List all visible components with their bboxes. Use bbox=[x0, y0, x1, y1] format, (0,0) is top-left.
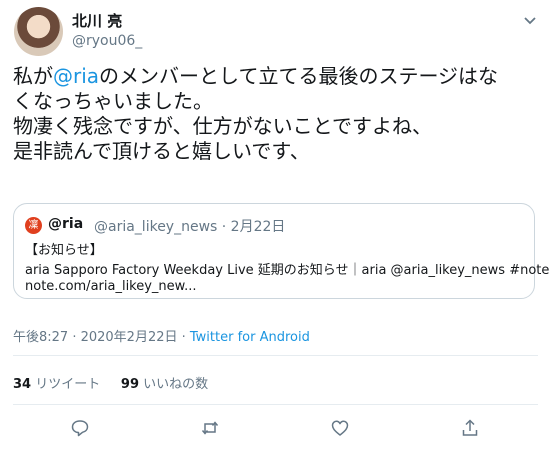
like-icon[interactable] bbox=[330, 418, 350, 438]
tweet-line-3: 物凄く残念ですが、仕方がないことですよね、 bbox=[13, 114, 432, 138]
quoted-meta: @aria_likey_news · 2月22日 bbox=[94, 219, 286, 235]
engagement-stats: 34 リツイート 99 いいねの数 bbox=[13, 373, 208, 392]
tweet-line-1: 私が@riaのメンバーとして立てる最後のステージはな bbox=[13, 64, 499, 88]
tweet-text: 私が@riaのメンバーとして立てる最後のステージはな くなっちゃいました。 物凄… bbox=[13, 64, 538, 164]
retweet-icon[interactable] bbox=[200, 418, 220, 438]
quoted-tweet[interactable]: 凜 @ria @aria_likey_news · 2月22日 【お知らせ】 a… bbox=[13, 203, 549, 299]
quoted-line-1: 【お知らせ】 bbox=[25, 243, 103, 258]
quoted-line-3: note.com/aria_likey_new... bbox=[25, 279, 197, 294]
divider bbox=[13, 355, 538, 356]
quoted-user-name[interactable]: @ria bbox=[48, 216, 83, 232]
likes-label[interactable]: いいねの数 bbox=[143, 377, 208, 392]
source-link[interactable]: Twitter for Android bbox=[190, 330, 310, 345]
tweet-line-4: 是非読んで頂けると嬉しいです、 bbox=[13, 139, 310, 163]
tweet-line-2: くなっちゃいました。 bbox=[13, 89, 213, 113]
avatar[interactable] bbox=[14, 7, 63, 56]
retweets-label[interactable]: リツイート bbox=[35, 377, 100, 392]
likes-count[interactable]: 99 bbox=[121, 377, 139, 392]
tweet: 北川 亮 @ryou06_ 私が@riaのメンバーとして立てる最後のステージはな… bbox=[0, 0, 550, 449]
timestamp: 午後8:27 · 2020年2月22日 · Twitter for Androi… bbox=[13, 330, 310, 345]
mention-link[interactable]: @ria bbox=[53, 64, 99, 88]
quoted-line-2: aria Sapporo Factory Weekday Live 延期のお知ら… bbox=[25, 263, 550, 278]
quoted-avatar[interactable]: 凜 bbox=[25, 217, 42, 234]
retweets-count[interactable]: 34 bbox=[13, 377, 31, 392]
user-handle[interactable]: @ryou06_ bbox=[72, 33, 142, 49]
divider bbox=[13, 404, 538, 405]
user-name[interactable]: 北川 亮 bbox=[72, 10, 122, 31]
reply-icon[interactable] bbox=[70, 418, 90, 438]
chevron-down-icon[interactable] bbox=[522, 12, 538, 28]
share-icon[interactable] bbox=[460, 418, 480, 438]
